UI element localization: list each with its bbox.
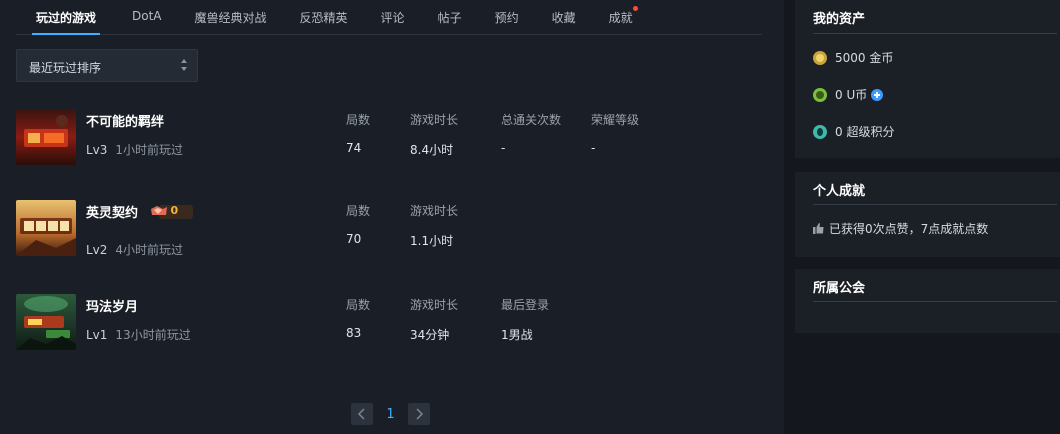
stat-label: 总通关次数 [501,113,562,127]
tab-warcraft-classic[interactable]: 魔兽经典对战 [195,0,267,35]
super-points-row: 0 超级积分 [813,123,894,140]
stat-rounds: 局数 74 [346,111,370,155]
stat-value: 1男战 [501,328,533,342]
stat-playtime: 游戏时长 1.1小时 [410,202,458,249]
guild-panel: 所属公会 [795,269,1060,333]
stat-label: 游戏时长 [410,204,459,218]
last-played-time: 13小时前玩过 [115,328,191,342]
tab-achievements[interactable]: 成就 [608,0,638,35]
game-row: 玛法岁月 Lv1 13小时前玩过 局数 83 游戏时长 34分钟 最后登录 1男战 [16,294,756,354]
chevron-right-icon [416,408,424,420]
achievements-summary-row: 已获得0次点赞，7点成就点数 [813,220,988,237]
divider [813,204,1057,205]
gold-coin-text: 5000 金币 [835,51,894,65]
stat-playtime: 游戏时长 8.4小时 [410,111,458,158]
u-coin-text: 0 U币 [835,88,868,102]
stat-last-login: 最后登录 1男战 [501,296,549,343]
game-level: Lv1 [86,328,108,342]
assets-panel: 我的资产 5000 金币 0 U币 0 超级积分 [795,0,1060,158]
tab-comments[interactable]: 评论 [381,0,405,35]
page-number[interactable]: 1 [373,407,408,422]
tab-played-games[interactable]: 玩过的游戏 [32,0,101,35]
super-points-text: 0 超级积分 [835,125,895,139]
stat-value: 74 [346,141,362,155]
last-played-time: 1小时前玩过 [115,143,184,157]
tab-reservations[interactable]: 预约 [495,0,519,35]
game-title[interactable]: 英灵契约 [86,206,138,221]
prev-page-button[interactable] [351,403,373,425]
stat-value: - [591,141,596,155]
thumbs-up-icon [813,223,824,234]
badge-value: 0 [170,203,179,217]
game-level-info: Lv3 1小时前玩过 [86,141,183,158]
select-arrows-icon [181,59,188,73]
stat-label: 游戏时长 [410,298,459,312]
pagination: 1 [351,403,430,425]
stat-label: 局数 [346,113,371,127]
add-u-coin-icon[interactable] [871,88,884,101]
sort-select[interactable]: 最近玩过排序 [16,49,198,82]
tab-dota[interactable]: DotA [132,0,162,35]
tab-bar: 玩过的游戏 DotA 魔兽经典对战 反恐精英 评论 帖子 预约 收藏 成就 [16,0,762,35]
stat-label: 局数 [346,204,371,218]
tab-achievements-label: 成就 [608,11,633,25]
sort-select-value: 最近玩过排序 [29,61,102,75]
stat-value: 34分钟 [410,328,450,342]
stat-value: 83 [346,326,362,340]
u-coin-icon [813,87,827,102]
stat-label: 荣耀等级 [591,113,640,127]
stat-label: 最后登录 [501,298,550,312]
achievements-summary: 已获得0次点赞，7点成就点数 [829,222,989,236]
tab-counter-strike[interactable]: 反恐精英 [300,0,348,35]
stat-value: 1.1小时 [410,234,454,248]
last-played-time: 4小时前玩过 [115,243,184,257]
stat-value: - [501,141,506,155]
game-level-info: Lv1 13小时前玩过 [86,326,191,343]
stat-rounds: 局数 83 [346,296,370,340]
game-level: Lv3 [86,143,108,157]
gold-coin-icon [813,50,827,65]
stat-value: 8.4小时 [410,143,454,157]
tab-favorites[interactable]: 收藏 [552,0,576,35]
tab-posts[interactable]: 帖子 [438,0,462,35]
divider [813,33,1057,34]
game-thumbnail[interactable] [16,200,76,256]
stat-label: 游戏时长 [410,113,459,127]
game-thumbnail[interactable] [16,109,76,165]
notification-dot [632,6,638,11]
stat-total-clears: 总通关次数 - [501,111,561,155]
game-row: 不可能的羁绊 Lv3 1小时前玩过 局数 74 游戏时长 8.4小时 总通关次数 … [16,109,756,169]
game-level-info: Lv2 4小时前玩过 [86,241,183,258]
game-row: 英灵契约 0 Lv2 4小时前玩过 局数 70 游戏时长 1.1小时 [16,200,756,260]
next-page-button[interactable] [408,403,430,425]
stat-value: 70 [346,232,362,246]
game-title-row: 英灵契约 0 [86,202,193,222]
main-content: 玩过的游戏 DotA 魔兽经典对战 反恐精英 评论 帖子 预约 收藏 成就 最近… [0,0,784,434]
chevron-left-icon [357,408,365,420]
guild-title: 所属公会 [813,281,866,296]
game-level: Lv2 [86,243,108,257]
gold-coin-row: 5000 金币 [813,49,893,66]
vip-badge: 0 [149,204,193,220]
stat-playtime: 游戏时长 34分钟 [410,296,458,343]
game-thumbnail[interactable] [16,294,76,350]
game-title[interactable]: 玛法岁月 [86,296,138,315]
assets-title: 我的资产 [813,12,866,27]
achievements-panel: 个人成就 已获得0次点赞，7点成就点数 [795,172,1060,257]
u-coin-row: 0 U币 [813,86,884,103]
super-points-icon [813,124,827,139]
stat-honor-level: 荣耀等级 - [591,111,639,155]
stat-label: 局数 [346,298,371,312]
divider [813,301,1057,302]
game-title[interactable]: 不可能的羁绊 [86,111,164,130]
stat-rounds: 局数 70 [346,202,370,246]
achievements-title: 个人成就 [813,184,866,199]
